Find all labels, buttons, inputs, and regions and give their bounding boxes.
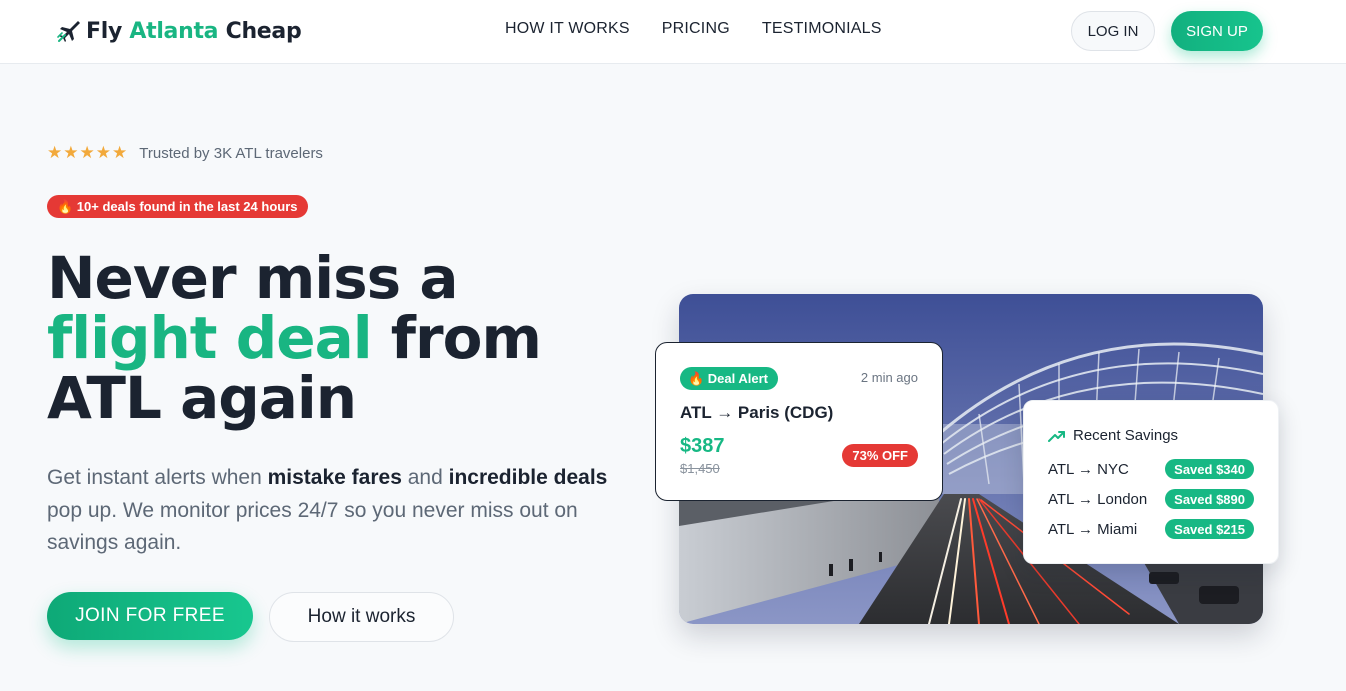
star-icon: ★ <box>79 143 95 163</box>
savings-route: ATL → London <box>1048 490 1148 508</box>
savings-amount-badge: Saved $340 <box>1165 459 1254 479</box>
signup-button[interactable]: SIGN UP <box>1171 11 1263 51</box>
headline-line-3: ATL again <box>47 364 357 432</box>
savings-title: Recent Savings <box>1073 427 1179 444</box>
nav-link-pricing[interactable]: PRICING <box>662 20 730 38</box>
headline-line-2-rest: from <box>371 304 542 372</box>
join-for-free-button[interactable]: JOIN FOR FREE <box>47 592 253 640</box>
savings-amount-badge: Saved $215 <box>1165 519 1254 539</box>
savings-row: ATL → NYC Saved $340 <box>1048 459 1254 479</box>
top-navigation: Fly Atlanta Cheap HOW IT WORKS PRICING T… <box>0 0 1346 64</box>
savings-row: ATL → London Saved $890 <box>1048 489 1254 509</box>
star-icon: ★ <box>63 143 79 163</box>
headline-highlight: flight deal <box>47 304 373 372</box>
savings-route: ATL → NYC <box>1048 460 1129 478</box>
star-icon: ★ <box>112 143 128 163</box>
brand-logo[interactable]: Fly Atlanta Cheap <box>56 14 302 48</box>
deal-original-price: $1,450 <box>680 461 720 476</box>
deal-alert-badge: 🔥 Deal Alert <box>680 367 779 390</box>
trust-text: Trusted by 3K ATL travelers <box>139 144 323 162</box>
hero-subtext: Get instant alerts when mistake fares an… <box>47 466 608 554</box>
brand-name: Fly Atlanta Cheap <box>86 18 302 44</box>
recent-savings-card: Recent Savings ATL → NYC Saved $340 ATL … <box>1023 400 1279 564</box>
headline-line-1: Never miss a <box>47 244 459 312</box>
rating-stars: ★ ★ ★ ★ ★ <box>47 144 127 162</box>
nav-links: HOW IT WORKS PRICING TESTIMONIALS <box>505 20 882 38</box>
trust-indicator: ★ ★ ★ ★ ★ Trusted by 3K ATL travelers <box>47 144 323 162</box>
deal-price: $387 <box>680 435 725 457</box>
login-button[interactable]: LOG IN <box>1071 11 1155 51</box>
trending-up-icon <box>1048 430 1065 442</box>
nav-link-how-it-works[interactable]: HOW IT WORKS <box>505 20 630 38</box>
savings-header: Recent Savings <box>1048 427 1178 444</box>
hero-headline: Never miss a flight deal from ATL again <box>47 248 647 428</box>
discount-badge: 73% OFF <box>842 444 918 467</box>
star-icon: ★ <box>47 143 63 163</box>
deal-time: 2 min ago <box>860 370 918 385</box>
savings-route: ATL → Miami <box>1048 520 1138 538</box>
savings-row: ATL → Miami Saved $215 <box>1048 519 1254 539</box>
star-icon: ★ <box>95 143 111 163</box>
deals-found-badge: 🔥 10+ deals found in the last 24 hours <box>47 195 308 218</box>
deal-alert-card[interactable]: 🔥 Deal Alert 2 min ago ATL → Paris (CDG)… <box>655 342 943 501</box>
nav-link-testimonials[interactable]: TESTIMONIALS <box>762 20 882 38</box>
how-it-works-button[interactable]: How it works <box>269 592 454 642</box>
savings-amount-badge: Saved $890 <box>1165 489 1254 509</box>
airplane-icon <box>57 21 80 42</box>
deal-route: ATL → Paris (CDG) <box>680 403 834 422</box>
